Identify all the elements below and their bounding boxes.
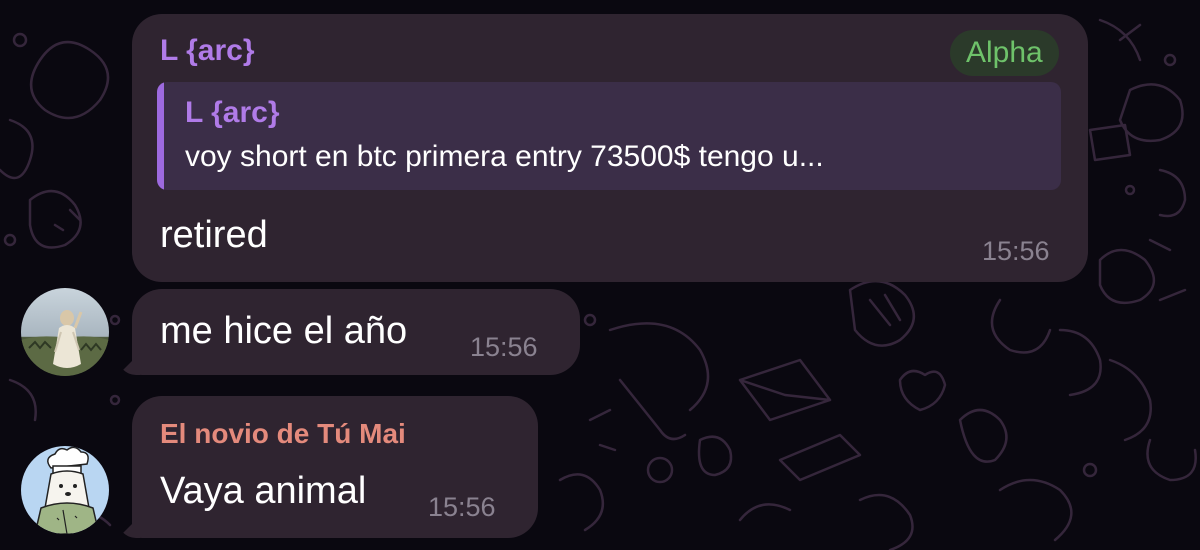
user-avatar[interactable] (21, 288, 109, 376)
reply-quote[interactable]: L {arc} voy short en btc primera entry 7… (157, 82, 1061, 190)
message-timestamp: 15:56 (982, 236, 1050, 266)
message-timestamp: 15:56 (428, 492, 496, 522)
message-text: retired (160, 214, 268, 256)
reply-accent-bar (157, 82, 164, 190)
reply-text: voy short en btc primera entry 73500$ te… (185, 140, 824, 173)
chef-cartoon-avatar-icon (21, 446, 109, 534)
message-sender[interactable]: L {arc} (160, 34, 255, 68)
message-text: me hice el año (160, 310, 408, 352)
statue-photo-avatar-icon (21, 288, 109, 376)
user-avatar[interactable] (21, 446, 109, 534)
message-text: Vaya animal (160, 470, 367, 512)
reply-sender: L {arc} (185, 96, 280, 129)
member-tag-badge: Alpha (950, 30, 1059, 76)
message-sender[interactable]: El novio de Tú Mai (160, 418, 406, 450)
message-timestamp: 15:56 (470, 332, 538, 362)
